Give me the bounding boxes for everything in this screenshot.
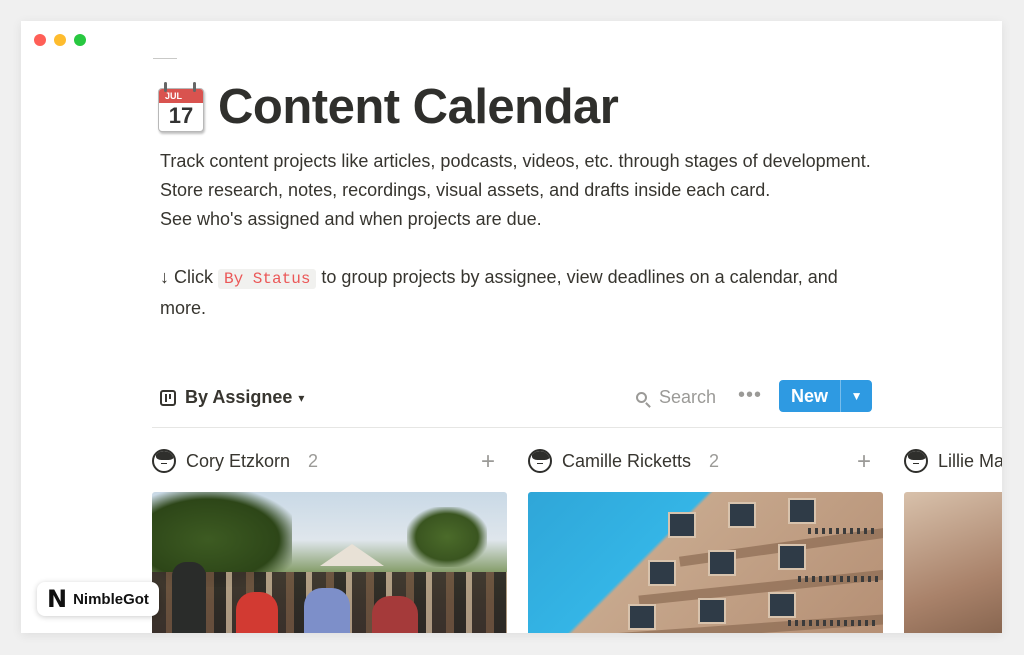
description-line: Track content projects like articles, po… xyxy=(160,151,871,171)
by-status-code: By Status xyxy=(218,269,317,289)
view-selector[interactable]: By Assignee ▾ xyxy=(160,387,304,408)
new-button[interactable]: New xyxy=(779,380,841,412)
add-card-icon[interactable]: + xyxy=(481,448,495,476)
board-column: Camille Ricketts 2 + xyxy=(528,440,883,633)
page-header: JUL 17 Content Calendar xyxy=(156,79,619,135)
add-card-icon[interactable]: + xyxy=(857,448,871,476)
avatar xyxy=(904,449,928,473)
column-count: 2 xyxy=(709,450,720,471)
minimize-window-button[interactable] xyxy=(54,34,66,46)
column-header: Camille Ricketts 2 + xyxy=(528,440,883,482)
page-description: Track content projects like articles, po… xyxy=(160,147,880,323)
avatar xyxy=(528,449,552,473)
page-top-divider xyxy=(153,58,177,59)
card-cover-image[interactable] xyxy=(528,492,883,633)
new-dropdown-chevron-icon[interactable]: ▼ xyxy=(840,380,873,412)
board-column: Cory Etzkorn 2 + xyxy=(152,440,507,633)
nimblegot-badge: N NimbleGot xyxy=(37,582,159,616)
zoom-window-button[interactable] xyxy=(74,34,86,46)
database-toolbar: By Assignee ▾ Search ••• New ▼ xyxy=(160,380,873,414)
window-controls xyxy=(34,34,86,46)
calendar-icon-day: 17 xyxy=(168,103,194,128)
nimblegot-logo-icon: N xyxy=(47,585,68,613)
column-header: Lillie Ma xyxy=(904,440,1002,482)
description-line: Store research, notes, recordings, visua… xyxy=(160,180,771,200)
page-title[interactable]: Content Calendar xyxy=(218,79,619,135)
description-line: See who's assigned and when projects are… xyxy=(160,209,542,229)
column-name: Cory Etzkorn xyxy=(186,450,291,471)
chevron-down-icon: ▾ xyxy=(298,390,305,405)
toolbar-divider xyxy=(152,427,1002,428)
board-view-icon xyxy=(160,389,176,406)
hint-prefix: ↓ Click xyxy=(160,267,218,287)
app-window: JUL 17 Content Calendar Track content pr… xyxy=(21,21,1002,633)
close-window-button[interactable] xyxy=(34,34,46,46)
nimblegot-label: NimbleGot xyxy=(73,590,149,608)
hint-text: ↓ Click By Status to group projects by a… xyxy=(160,263,880,323)
card-cover-image[interactable] xyxy=(904,492,1002,633)
new-button-group: New ▼ xyxy=(779,380,873,412)
column-count: 2 xyxy=(308,450,319,471)
search-button[interactable]: Search xyxy=(636,387,716,408)
board-column: Lillie Ma xyxy=(904,440,1002,633)
column-name: Lillie Ma xyxy=(938,450,1002,471)
view-label: By Assignee xyxy=(185,387,293,407)
calendar-icon[interactable]: JUL 17 xyxy=(156,82,204,132)
more-options-icon[interactable]: ••• xyxy=(738,384,762,407)
column-header: Cory Etzkorn 2 + xyxy=(152,440,507,482)
column-name: Camille Ricketts xyxy=(562,450,692,471)
avatar xyxy=(152,449,176,473)
search-label: Search xyxy=(659,387,717,407)
search-icon xyxy=(636,392,647,403)
card-cover-image[interactable] xyxy=(152,492,507,633)
